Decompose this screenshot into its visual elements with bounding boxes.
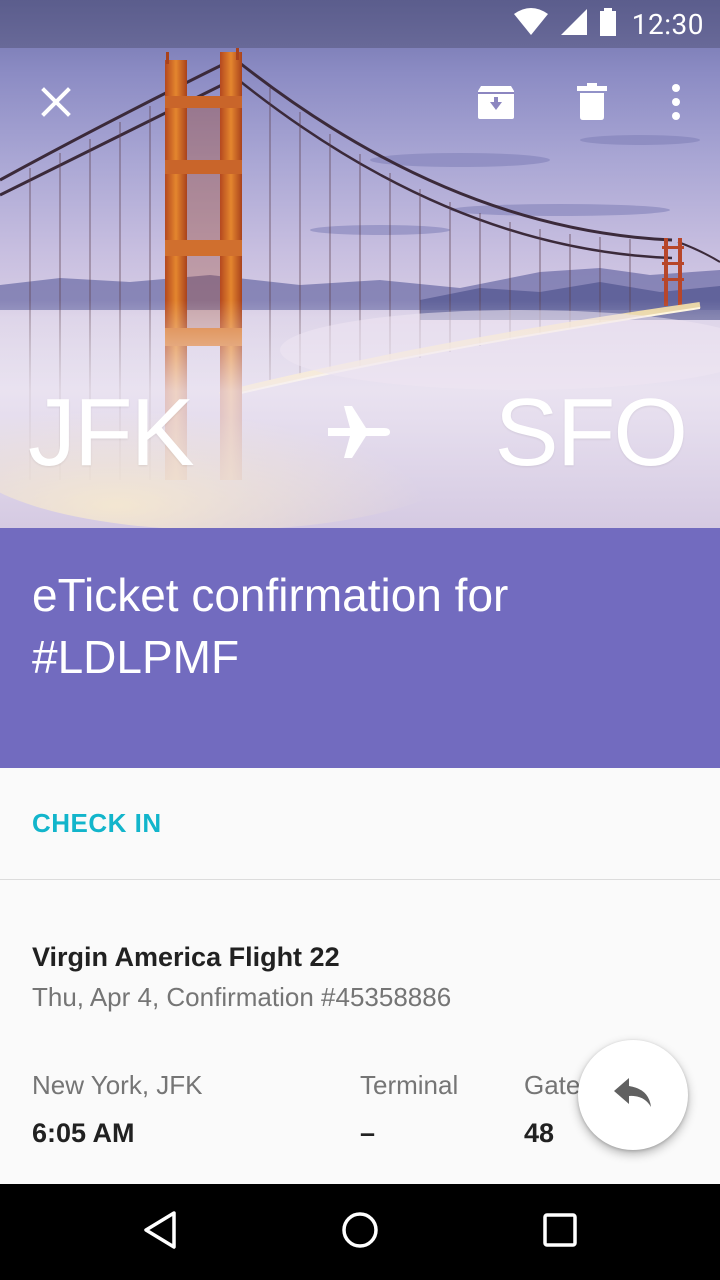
close-icon (40, 86, 72, 123)
battery-icon (599, 7, 616, 41)
delete-button[interactable] (556, 68, 628, 140)
close-button[interactable] (20, 68, 92, 140)
more-options-button[interactable] (640, 68, 712, 140)
origin-airport: JFK (28, 379, 195, 486)
departure-time: 6:05 AM (32, 1118, 135, 1148)
email-subject: eTicket confirmation for #LDLPMF (32, 569, 509, 683)
archive-button[interactable] (460, 68, 532, 140)
reply-fab[interactable] (578, 1040, 688, 1150)
departure-label: New York, JFK (32, 1070, 203, 1100)
destination-airport: SFO (494, 379, 688, 486)
recents-button[interactable] (512, 1192, 608, 1272)
email-subject-header: eTicket confirmation for #LDLPMF (0, 528, 720, 768)
terminal-label: Terminal (360, 1070, 459, 1100)
status-time: 12:30 (631, 7, 704, 41)
more-vert-icon (671, 83, 681, 125)
app-toolbar (0, 48, 720, 160)
flight-name: Virgin America Flight 22 (32, 942, 340, 972)
status-bar: 12:30 (0, 0, 720, 48)
home-button[interactable] (312, 1192, 408, 1272)
recents-icon (543, 1212, 577, 1252)
back-icon (142, 1210, 178, 1255)
gate-value: 48 (524, 1118, 555, 1148)
terminal-value: – (360, 1118, 376, 1148)
check-in-row: CHECK IN (0, 768, 720, 880)
hero-image: 12:30 JFK SFO (0, 0, 720, 528)
delete-icon (577, 82, 607, 126)
cellular-signal-icon (560, 8, 588, 41)
back-button[interactable] (112, 1192, 208, 1272)
check-in-button[interactable]: CHECK IN (32, 808, 162, 839)
reply-icon (614, 1077, 652, 1113)
archive-icon (476, 84, 516, 125)
flight-details: Thu, Apr 4, Confirmation #45358886 (32, 982, 452, 1012)
gate-label: Gate (524, 1070, 581, 1100)
airplane-icon (326, 404, 392, 465)
home-icon (341, 1211, 379, 1254)
system-navigation-bar (0, 1184, 720, 1280)
wifi-icon (513, 7, 548, 41)
